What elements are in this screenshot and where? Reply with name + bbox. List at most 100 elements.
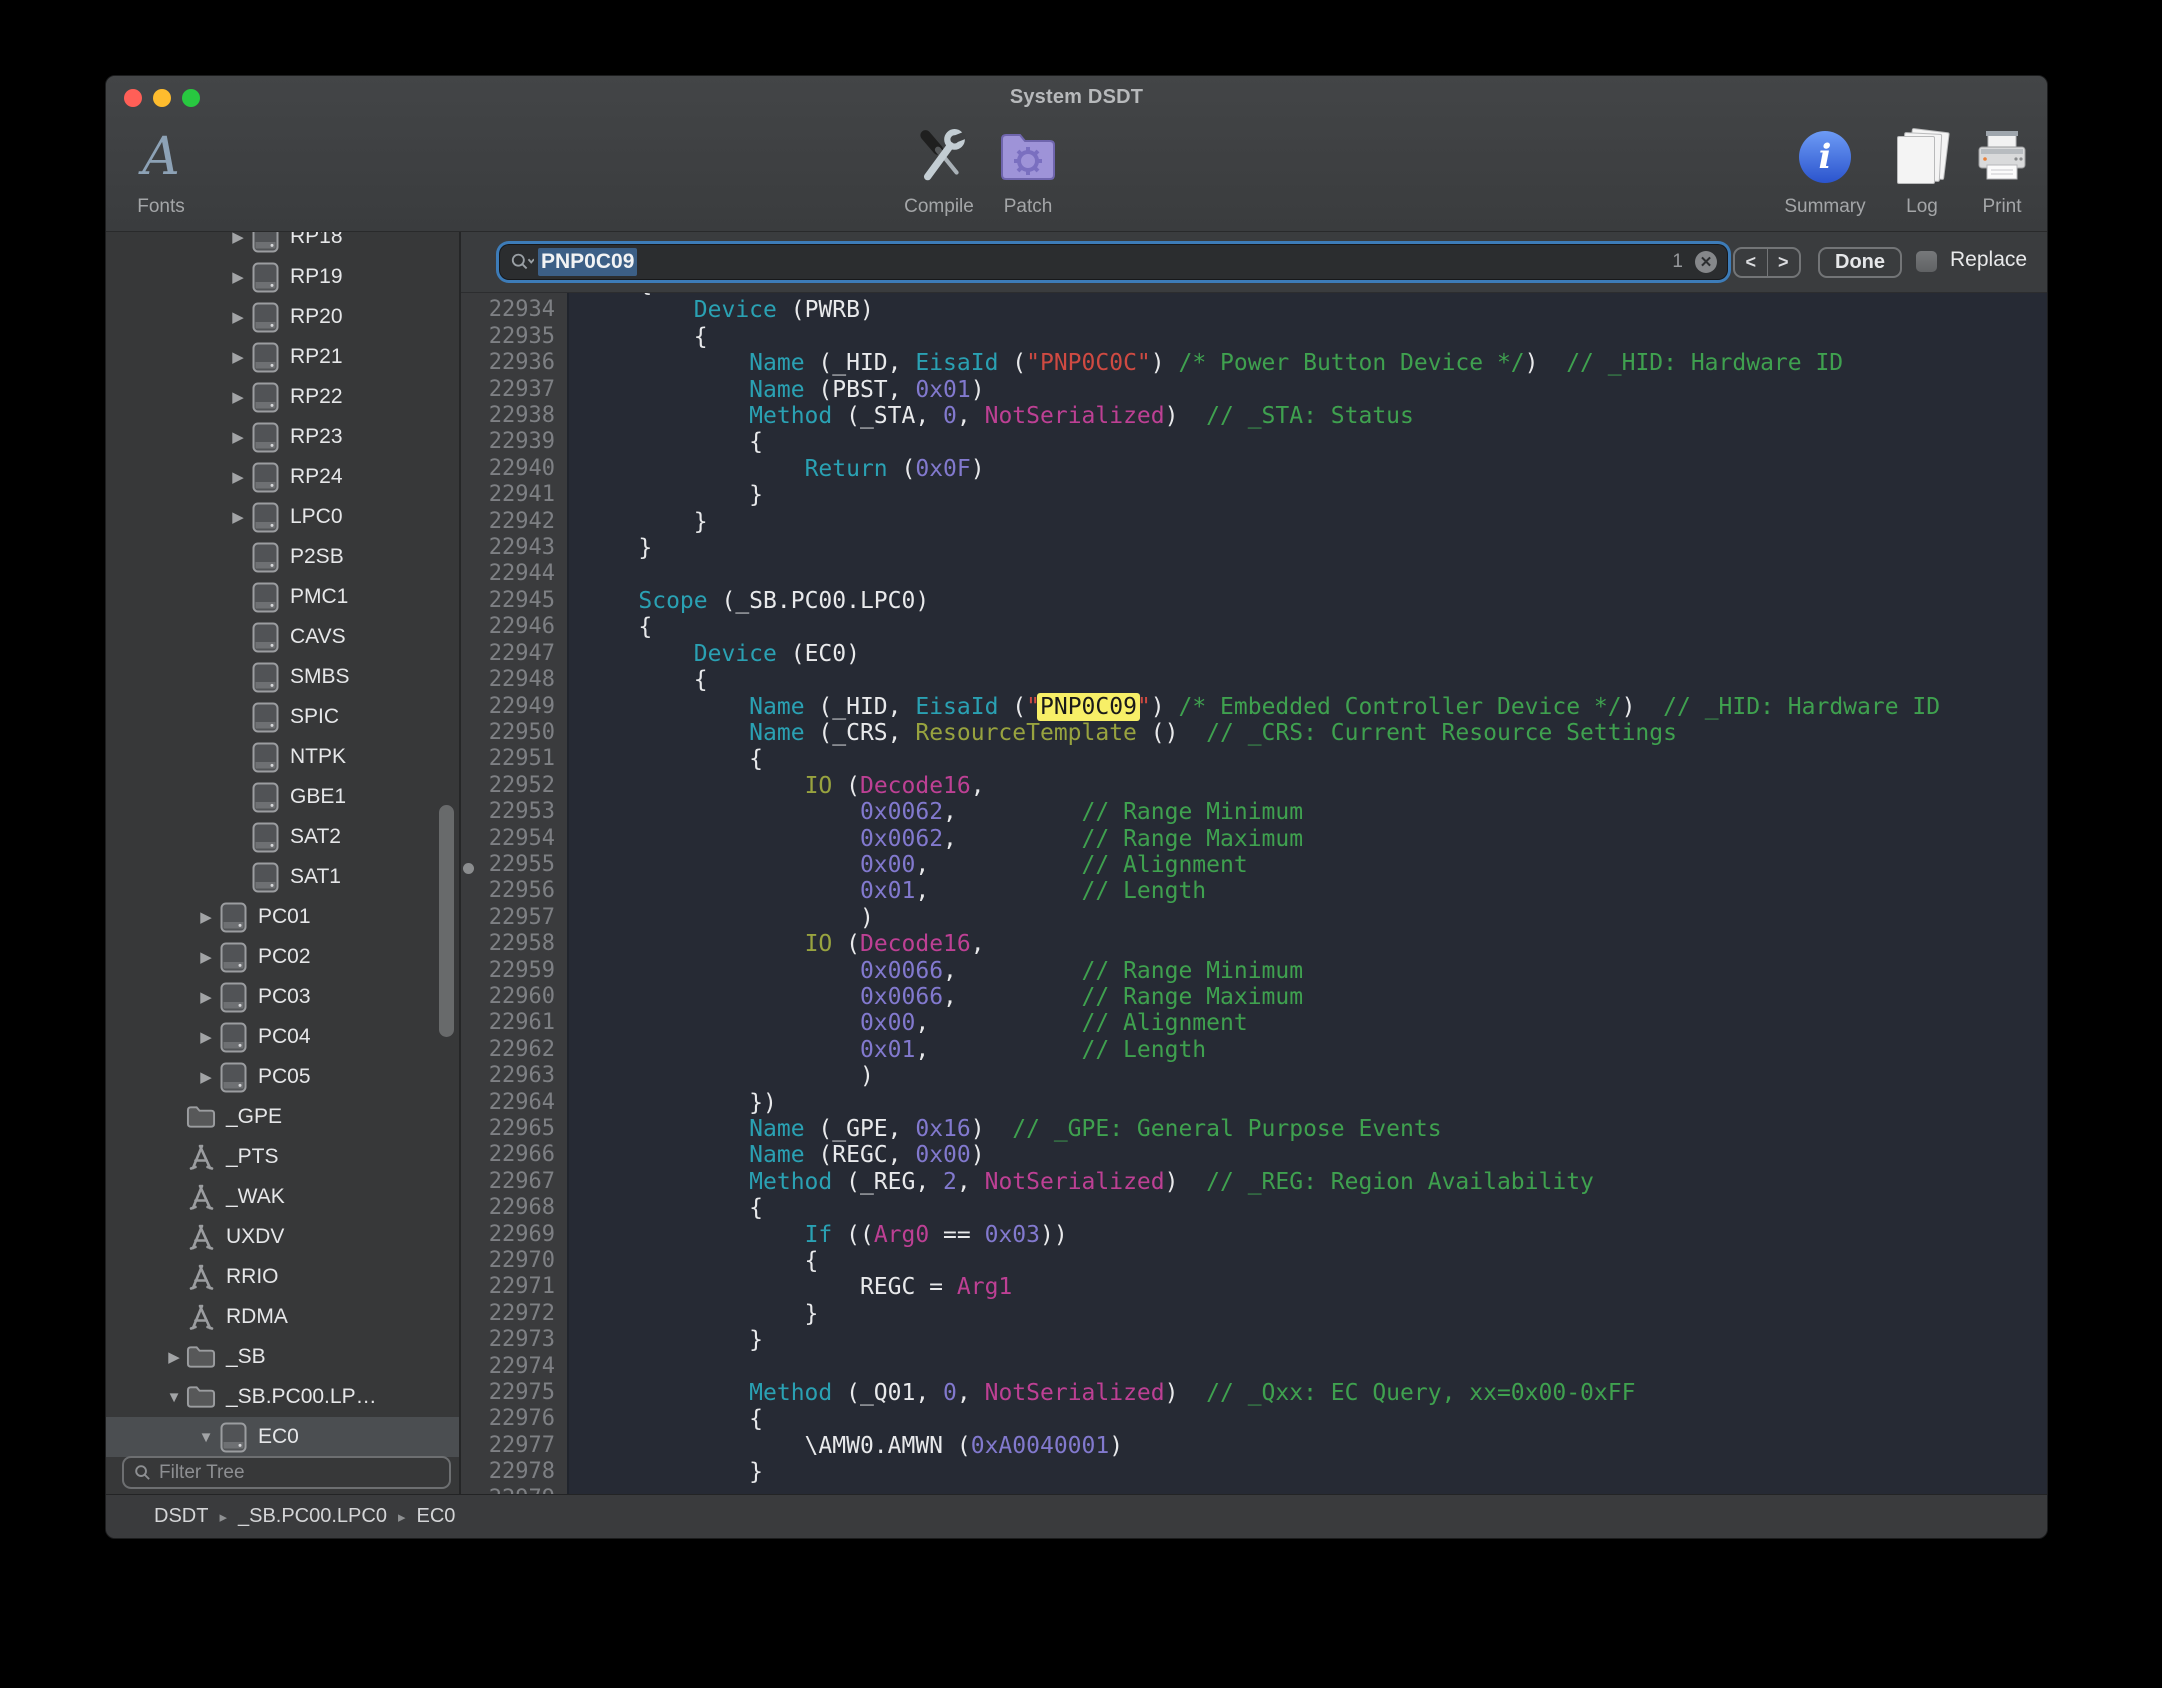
tree-item-_gpe[interactable]: _GPE xyxy=(106,1097,459,1137)
summary-button[interactable]: i Summary xyxy=(1770,124,1880,218)
tree-item-label: RP19 xyxy=(290,265,343,289)
device-icon xyxy=(250,462,280,493)
device-icon xyxy=(250,382,280,413)
tree-item-pc02[interactable]: ▶PC02 xyxy=(106,937,459,977)
breadcrumb-item[interactable]: _SB.PC00.LPC0 xyxy=(238,1505,387,1528)
disclosure-right-icon[interactable]: ▶ xyxy=(226,348,250,366)
tree-item-sat1[interactable]: SAT1 xyxy=(106,857,459,897)
tree-item-sat2[interactable]: SAT2 xyxy=(106,817,459,857)
device-icon xyxy=(250,862,280,893)
device-icon xyxy=(218,942,248,973)
breadcrumb: DSDT▸_SB.PC00.LPC0▸EC0 xyxy=(106,1494,2047,1538)
tree-item-ntpk[interactable]: NTPK xyxy=(106,737,459,777)
filter-placeholder: Filter Tree xyxy=(159,1462,245,1484)
filter-tree-field[interactable]: Filter Tree xyxy=(122,1456,451,1489)
search-icon xyxy=(134,1464,151,1481)
tree-sidebar: ▶RP18▶RP19▶RP20▶RP21▶RP22▶RP23▶RP24▶LPC0… xyxy=(106,232,461,1494)
disclosure-right-icon[interactable]: ▶ xyxy=(194,908,218,926)
sidebar-scrollbar-thumb[interactable] xyxy=(439,805,454,1037)
tree-item-_sb[interactable]: ▶_SB xyxy=(106,1337,459,1377)
device-icon xyxy=(218,1422,248,1453)
search-input[interactable]: PNP0C09 1 ✕ xyxy=(500,245,1727,279)
disclosure-right-icon[interactable]: ▶ xyxy=(162,1348,186,1366)
replace-checkbox[interactable] xyxy=(1916,251,1937,272)
method-icon xyxy=(186,1143,216,1171)
tree-item-_wak[interactable]: _WAK xyxy=(106,1177,459,1217)
tree-item-rp23[interactable]: ▶RP23 xyxy=(106,417,459,457)
tree-item-rp20[interactable]: ▶RP20 xyxy=(106,297,459,337)
tree-item-uxdv[interactable]: UXDV xyxy=(106,1217,459,1257)
tree-item-label: RRIO xyxy=(226,1265,279,1289)
device-icon xyxy=(218,1022,248,1053)
tree-item-pc05[interactable]: ▶PC05 xyxy=(106,1057,459,1097)
tree-item-smbs[interactable]: SMBS xyxy=(106,657,459,697)
tree-item-rdma[interactable]: RDMA xyxy=(106,1297,459,1337)
code-text-area[interactable]: { Device (PWRB) { Name (_HID, EisaId ("P… xyxy=(569,293,2047,1494)
print-button[interactable]: Print xyxy=(1947,124,2048,218)
tree-item-pc04[interactable]: ▶ PC04 xyxy=(106,1017,459,1057)
disclosure-right-icon[interactable]: ▶ xyxy=(226,468,250,486)
tree-item-p2sb[interactable]: P2SB xyxy=(106,537,459,577)
method-icon xyxy=(186,1223,216,1251)
disclosure-right-icon[interactable]: ▶ xyxy=(226,232,250,246)
disclosure-down-icon[interactable]: ▼ xyxy=(194,1429,218,1446)
device-icon xyxy=(250,582,280,613)
find-next-button[interactable]: > xyxy=(1768,249,1800,276)
tree-item-pc03[interactable]: ▶PC03 xyxy=(106,977,459,1017)
patch-icon xyxy=(998,124,1058,190)
tree-item-_pts[interactable]: _PTS xyxy=(106,1137,459,1177)
tree-item-pc01[interactable]: ▶PC01 xyxy=(106,897,459,937)
disclosure-right-icon[interactable]: ▶ xyxy=(226,508,250,526)
device-icon xyxy=(250,622,280,653)
tree-item-lpc0[interactable]: ▶LPC0 xyxy=(106,497,459,537)
tree-item-rrio[interactable]: RRIO xyxy=(106,1257,459,1297)
disclosure-right-icon[interactable]: ▶ xyxy=(194,948,218,966)
method-icon xyxy=(186,1183,216,1211)
done-button[interactable]: Done xyxy=(1818,247,1902,278)
disclosure-right-icon[interactable]: ▶ xyxy=(194,988,218,1006)
tree-item-rp19[interactable]: ▶ RP19 xyxy=(106,257,459,297)
tree-item-label: PC04 xyxy=(258,1025,311,1049)
tree-item-cavs[interactable]: CAVS xyxy=(106,617,459,657)
device-icon xyxy=(250,302,280,333)
find-previous-button[interactable]: < xyxy=(1735,249,1768,276)
splitter-handle[interactable] xyxy=(463,863,474,874)
folder-icon xyxy=(186,1105,216,1129)
disclosure-right-icon[interactable]: ▶ xyxy=(226,388,250,406)
device-icon xyxy=(250,782,280,813)
disclosure-right-icon[interactable]: ▶ xyxy=(226,308,250,326)
breadcrumb-separator-icon: ▸ xyxy=(387,1508,417,1526)
device-tree: ▶RP18▶RP19▶RP20▶RP21▶RP22▶RP23▶RP24▶LPC0… xyxy=(106,232,459,1457)
disclosure-right-icon[interactable]: ▶ xyxy=(194,1028,218,1046)
tree-item-rp18[interactable]: ▶RP18 xyxy=(106,232,459,257)
tree-item-label: _SB.PC00.LP… xyxy=(226,1385,377,1409)
search-scope-icon[interactable] xyxy=(510,251,534,273)
match-count: 1 xyxy=(1672,251,1683,273)
tree-item-spic[interactable]: SPIC xyxy=(106,697,459,737)
tree-item-label: SMBS xyxy=(290,665,350,689)
tree-item-rp21[interactable]: ▶ RP21 xyxy=(106,337,459,377)
disclosure-right-icon[interactable]: ▶ xyxy=(194,1068,218,1086)
breadcrumb-item[interactable]: DSDT xyxy=(154,1505,208,1528)
clear-search-icon[interactable]: ✕ xyxy=(1695,251,1717,273)
tree-item-label: _WAK xyxy=(226,1185,285,1209)
tree-item-_sbpc00lp[interactable]: ▼ _SB.PC00.LP… xyxy=(106,1377,459,1417)
breadcrumb-item[interactable]: EC0 xyxy=(417,1505,456,1528)
tree-item-pmc1[interactable]: PMC1 xyxy=(106,577,459,617)
fonts-button[interactable]: A Fonts xyxy=(106,124,216,218)
tree-item-rp24[interactable]: ▶RP24 xyxy=(106,457,459,497)
tree-item-ec0[interactable]: ▼EC0 xyxy=(106,1417,459,1457)
device-icon xyxy=(250,822,280,853)
tree-item-label: RP21 xyxy=(290,345,343,369)
device-icon xyxy=(250,422,280,453)
disclosure-right-icon[interactable]: ▶ xyxy=(226,268,250,286)
patch-button[interactable]: Patch xyxy=(973,124,1083,218)
disclosure-right-icon[interactable]: ▶ xyxy=(226,428,250,446)
tree-item-rp22[interactable]: ▶RP22 xyxy=(106,377,459,417)
device-icon xyxy=(250,262,280,293)
search-query-text: PNP0C09 xyxy=(538,248,637,276)
tree-item-gbe1[interactable]: GBE1 xyxy=(106,777,459,817)
disclosure-down-icon[interactable]: ▼ xyxy=(162,1389,186,1406)
tree-item-label: _GPE xyxy=(226,1105,282,1129)
device-icon xyxy=(218,902,248,933)
